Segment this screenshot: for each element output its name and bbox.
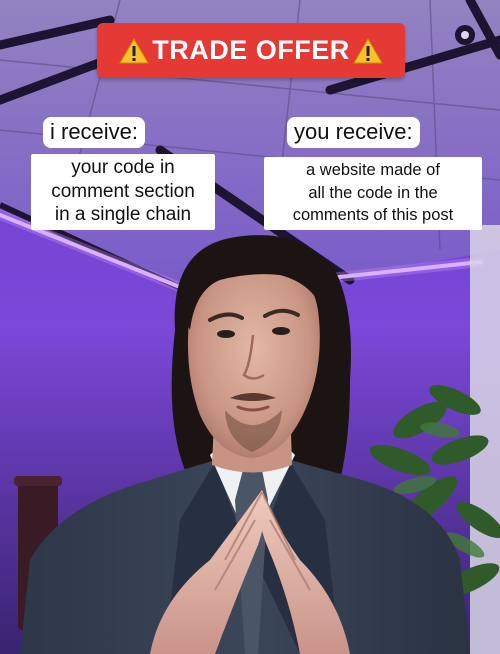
warning-icon	[119, 37, 150, 63]
trade-offer-banner: TRADE OFFER	[97, 23, 405, 78]
warning-icon	[352, 37, 383, 63]
caption-line: a website made of	[306, 161, 440, 179]
i-receive-caption: your code in comment section in a single…	[31, 154, 215, 230]
you-receive-label: you receive:	[287, 117, 420, 148]
banner-title: TRADE OFFER	[152, 35, 350, 65]
caption-line: your code in	[71, 157, 175, 178]
meme-photo	[0, 0, 500, 654]
you-receive-caption: a website made of all the code in the co…	[264, 157, 482, 230]
i-receive-label: i receive:	[43, 117, 146, 148]
caption-line: comment section	[51, 180, 195, 202]
caption-line: comments of this post	[292, 206, 454, 224]
caption-line: all the code in the	[308, 183, 438, 202]
caption-line: in a single chain	[54, 204, 192, 225]
trade-offer-meme: TRADE OFFER i receive: you receive: your…	[0, 0, 500, 654]
